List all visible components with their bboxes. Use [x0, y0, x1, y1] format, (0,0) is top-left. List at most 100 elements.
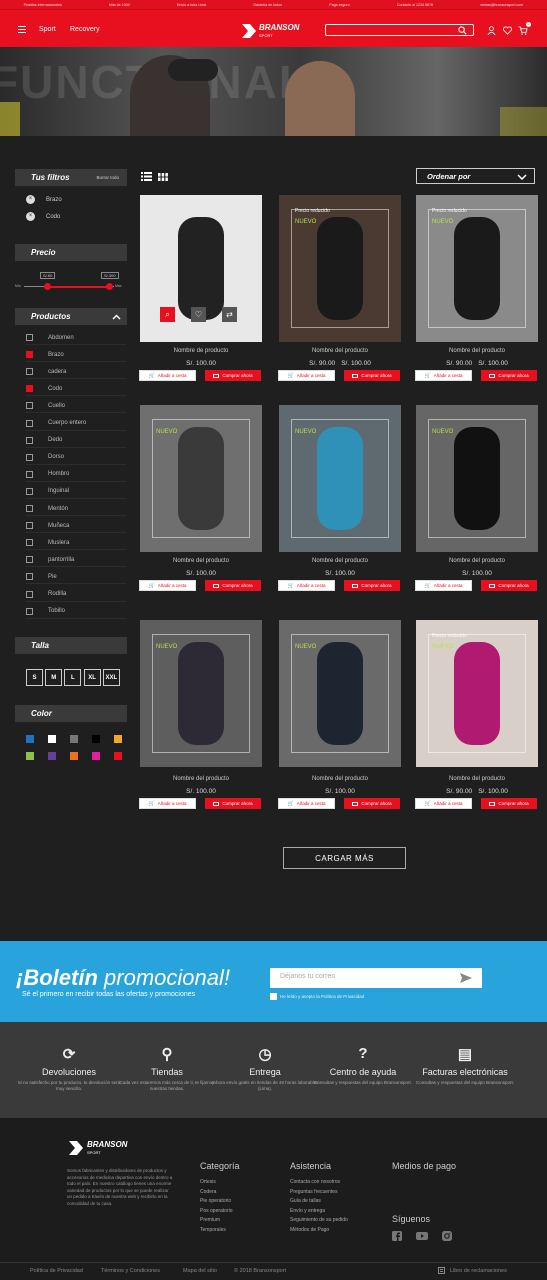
- search-input[interactable]: [325, 24, 474, 36]
- product-card[interactable]: ⌕ ♡ ⇄: [140, 195, 262, 342]
- compare-icon[interactable]: ⇄: [222, 307, 237, 322]
- footer-bottom-link[interactable]: Términos y Condiciones: [101, 1268, 160, 1274]
- category-checkbox[interactable]: [26, 402, 33, 410]
- footer-category-link[interactable]: Pie operatorio: [200, 1197, 240, 1207]
- product-name[interactable]: Nombre del producto: [412, 776, 542, 782]
- size-option[interactable]: XXL: [102, 669, 120, 686]
- remove-filter-icon[interactable]: ×: [26, 212, 35, 221]
- category-item[interactable]: Tobillo: [26, 605, 126, 619]
- color-swatch[interactable]: [92, 752, 100, 760]
- buy-now-button[interactable]: Comprar ahora: [205, 370, 261, 381]
- buy-now-button[interactable]: Comprar ahora: [344, 370, 400, 381]
- product-name[interactable]: Nombre del producto: [412, 558, 542, 564]
- product-name[interactable]: Nombre del producto: [275, 348, 405, 354]
- buy-now-button[interactable]: Comprar ahora: [344, 580, 400, 591]
- brand-logo[interactable]: BRANSON SPORT: [240, 21, 302, 41]
- footer-category-link[interactable]: Codera: [200, 1188, 240, 1198]
- product-card[interactable]: NUEVO: [279, 620, 401, 767]
- color-swatch[interactable]: [114, 735, 122, 743]
- wishlist-icon[interactable]: ♡: [191, 307, 206, 322]
- add-to-cart-button[interactable]: 🛒 Añadir a cesta: [415, 798, 472, 809]
- price-slider[interactable]: S/.60 S/.300 Min Max: [15, 272, 123, 292]
- add-to-cart-button[interactable]: 🛒 Añadir a cesta: [415, 370, 472, 381]
- color-swatch[interactable]: [26, 752, 34, 760]
- size-option[interactable]: L: [64, 669, 82, 686]
- grid-view-toggle[interactable]: [158, 173, 168, 181]
- list-view-toggle[interactable]: [141, 172, 152, 181]
- add-to-cart-button[interactable]: 🛒 Añadir a cesta: [278, 580, 335, 591]
- youtube-icon[interactable]: [416, 1231, 428, 1241]
- footer-category-link[interactable]: Pos operatorio: [200, 1207, 240, 1217]
- product-card[interactable]: NUEVO Precio reducido: [416, 195, 538, 342]
- size-option[interactable]: S: [26, 669, 43, 686]
- color-swatch[interactable]: [26, 735, 34, 743]
- color-swatch[interactable]: [70, 752, 78, 760]
- footer-category-link[interactable]: Temporales: [200, 1226, 240, 1236]
- footer-category-link[interactable]: Premium: [200, 1216, 240, 1226]
- category-checkbox[interactable]: [26, 487, 33, 495]
- category-item[interactable]: Mentón: [26, 502, 126, 516]
- color-swatch[interactable]: [92, 735, 100, 743]
- user-icon[interactable]: [487, 26, 496, 35]
- product-card[interactable]: NUEVO: [279, 405, 401, 552]
- facebook-icon[interactable]: [392, 1231, 402, 1241]
- size-option[interactable]: M: [45, 669, 63, 686]
- category-item[interactable]: Cuello: [26, 399, 126, 414]
- service-item[interactable]: ⚲ Tiendas Cada vez estaremos más cerca de …: [112, 1045, 222, 1092]
- category-item[interactable]: pantorrilla: [26, 553, 126, 568]
- buy-now-button[interactable]: Comprar ahora: [205, 580, 261, 591]
- service-item[interactable]: ◷ Entrega ¡Ahora envío gratis en tiendas d…: [210, 1045, 320, 1092]
- buy-now-button[interactable]: Comprar ahora: [344, 798, 400, 809]
- category-item[interactable]: Brazo: [26, 348, 126, 363]
- sort-dropdown[interactable]: Ordenar por: [416, 168, 535, 184]
- category-item[interactable]: Hombro: [26, 468, 126, 482]
- category-checkbox[interactable]: [26, 334, 33, 341]
- search-icon[interactable]: [458, 26, 467, 35]
- product-name[interactable]: Nombre del producto: [275, 776, 405, 782]
- service-item[interactable]: ? Centro de ayuda Consultas y respuestas d…: [308, 1045, 418, 1086]
- nav-link-recovery[interactable]: Recovery: [70, 26, 100, 33]
- category-item[interactable]: Pie: [26, 570, 126, 585]
- buy-now-button[interactable]: Comprar ahora: [481, 370, 537, 381]
- category-item[interactable]: cadera: [26, 365, 126, 380]
- price-slider-min-handle[interactable]: [44, 283, 51, 290]
- category-checkbox[interactable]: [26, 505, 33, 512]
- category-checkbox[interactable]: [26, 419, 33, 427]
- footer-logo[interactable]: BRANSON SPORT: [67, 1138, 129, 1158]
- product-card[interactable]: NUEVO Precio reducido: [279, 195, 401, 342]
- product-card[interactable]: NUEVO: [140, 405, 262, 552]
- size-option[interactable]: XL: [83, 669, 101, 686]
- buy-now-button[interactable]: Comprar ahora: [481, 580, 537, 591]
- category-item[interactable]: Rodilla: [26, 588, 126, 602]
- footer-category-link[interactable]: Ortesis: [200, 1178, 240, 1188]
- remove-filter-icon[interactable]: ×: [26, 195, 35, 204]
- product-card[interactable]: NUEVO: [416, 405, 538, 552]
- price-slider-max-handle[interactable]: [106, 283, 113, 290]
- heart-icon[interactable]: [503, 26, 512, 35]
- footer-assistance-link[interactable]: Envío y entrega: [290, 1207, 348, 1217]
- category-item[interactable]: Dorso: [26, 451, 126, 465]
- color-swatch[interactable]: [70, 735, 78, 743]
- category-checkbox[interactable]: [26, 590, 33, 598]
- product-name[interactable]: Nombre del producto: [136, 776, 266, 782]
- send-icon[interactable]: [460, 973, 472, 983]
- footer-assistance-link[interactable]: Guía de tallas: [290, 1197, 348, 1207]
- color-swatch[interactable]: [48, 752, 56, 760]
- service-item[interactable]: ⟳ Devoluciones Si no satisfecho por tu pro…: [14, 1045, 124, 1092]
- category-item[interactable]: Cuerpo entero: [26, 417, 126, 431]
- category-checkbox[interactable]: [26, 573, 33, 581]
- category-checkbox[interactable]: [26, 368, 33, 376]
- newsletter-email-field[interactable]: Déjanos tu correo: [270, 968, 482, 988]
- add-to-cart-button[interactable]: 🛒 Añadir a cesta: [278, 798, 335, 809]
- category-item[interactable]: Inguinal: [26, 485, 126, 499]
- nav-link-sport[interactable]: Sport: [39, 26, 56, 33]
- zoom-icon[interactable]: ⌕: [160, 307, 175, 322]
- category-checkbox[interactable]: [26, 556, 33, 564]
- footer-bottom-link[interactable]: Mapa del sitio: [183, 1268, 217, 1274]
- category-checkbox[interactable]: [26, 470, 33, 478]
- cart-icon[interactable]: [518, 26, 528, 35]
- category-checkbox[interactable]: [26, 436, 33, 444]
- category-checkbox[interactable]: [26, 607, 33, 615]
- product-name[interactable]: Nombre del producto: [412, 348, 542, 354]
- product-name[interactable]: Nombre de producto: [136, 348, 266, 354]
